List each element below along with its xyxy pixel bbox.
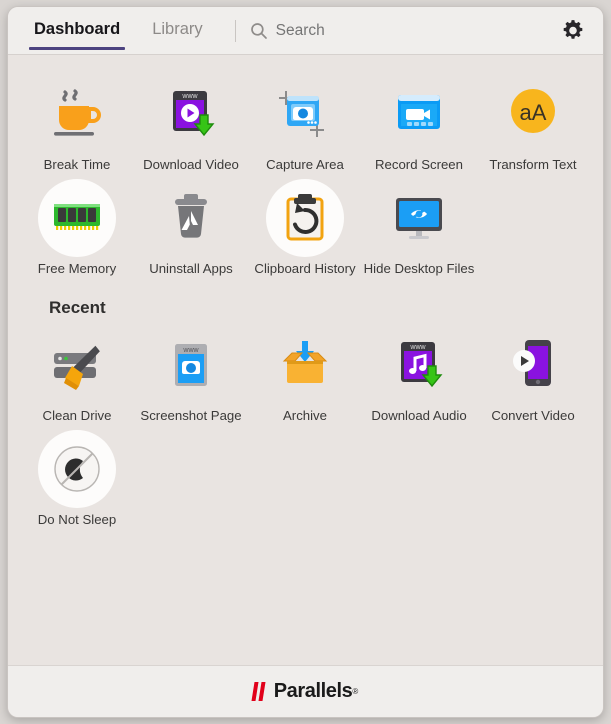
recent-label: Clean Drive bbox=[42, 408, 112, 423]
icon-container bbox=[266, 326, 344, 404]
tool-label: Break Time bbox=[43, 157, 111, 172]
recent-convert-video[interactable]: Convert Video bbox=[476, 320, 590, 424]
tool-clipboard-history[interactable]: Clipboard History bbox=[248, 173, 362, 277]
tool-label: Clipboard History bbox=[254, 260, 356, 276]
content-area: Break Time www Download Video Capture Ar… bbox=[8, 55, 603, 665]
icon-container bbox=[266, 75, 344, 153]
tool-hide-desktop-files[interactable]: Hide Desktop Files bbox=[362, 173, 476, 277]
download-video-icon: www bbox=[173, 91, 215, 137]
hide-desktop-icon bbox=[396, 197, 442, 239]
tool-capture-area[interactable]: Capture Area bbox=[248, 69, 362, 173]
tool-uninstall-apps[interactable]: Uninstall Apps bbox=[134, 173, 248, 277]
tool-label: Record Screen bbox=[375, 157, 463, 172]
tool-label: Capture Area bbox=[266, 157, 344, 172]
download-audio-icon: www bbox=[401, 342, 443, 388]
tool-transform-text[interactable]: aA Transform Text bbox=[476, 69, 590, 173]
capture-area-icon bbox=[279, 91, 324, 137]
recent-label: Archive bbox=[283, 408, 327, 423]
icon-container bbox=[38, 75, 116, 153]
memory-stick-icon bbox=[54, 203, 100, 230]
tab-dashboard[interactable]: Dashboard bbox=[28, 8, 126, 54]
icon-container bbox=[380, 179, 458, 257]
tool-label: Uninstall Apps bbox=[149, 260, 233, 276]
icon-container bbox=[38, 429, 116, 508]
recent-label: Download Audio bbox=[371, 408, 467, 423]
do-not-sleep-icon bbox=[54, 445, 100, 492]
icon-container bbox=[38, 326, 116, 404]
clean-drive-icon bbox=[54, 345, 100, 390]
icon-container bbox=[38, 178, 116, 257]
recent-archive[interactable]: Archive bbox=[248, 320, 362, 424]
recent-label: Convert Video bbox=[491, 408, 575, 423]
svg-text:aA: aA bbox=[520, 100, 547, 125]
recent-grid: Clean Drive www Screenshot Page Archive … bbox=[20, 320, 591, 527]
clipboard-history-icon bbox=[286, 193, 324, 240]
search-field[interactable] bbox=[250, 21, 560, 40]
svg-text:www: www bbox=[409, 344, 426, 351]
recent-clean-drive[interactable]: Clean Drive bbox=[20, 320, 134, 424]
footer-bar: Parallels ® bbox=[8, 665, 603, 717]
header-divider bbox=[234, 19, 236, 42]
icon-container bbox=[494, 326, 572, 404]
tool-free-memory[interactable]: Free Memory bbox=[20, 173, 134, 277]
tool-label: Download Video bbox=[143, 157, 239, 172]
header-bar: Dashboard Library bbox=[8, 7, 603, 55]
recent-download-audio[interactable]: www Download Audio bbox=[362, 320, 476, 424]
tool-break-time[interactable]: Break Time bbox=[20, 69, 134, 173]
icon-container bbox=[152, 179, 230, 257]
uninstall-apps-icon bbox=[175, 193, 207, 238]
screenshot-page-icon: www bbox=[175, 344, 207, 386]
tab-library[interactable]: Library bbox=[150, 8, 204, 54]
svg-text:www: www bbox=[182, 347, 199, 354]
tool-download-video[interactable]: www Download Video bbox=[134, 69, 248, 173]
icon-container: www bbox=[152, 75, 230, 153]
tool-label: Transform Text bbox=[489, 157, 577, 172]
transform-text-icon: aA bbox=[511, 89, 555, 133]
app-window: Dashboard Library Search Break Time www … bbox=[7, 6, 604, 718]
logo-bars-icon bbox=[251, 682, 267, 701]
recent-section-title: Recent bbox=[49, 298, 106, 317]
recent-do-not-sleep[interactable]: Do Not Sleep bbox=[20, 424, 134, 528]
parallels-logo: Parallels ® bbox=[251, 680, 359, 703]
svg-text:www: www bbox=[181, 93, 198, 100]
gear-icon[interactable] bbox=[560, 18, 586, 44]
icon-container bbox=[266, 178, 344, 257]
recent-label: Screenshot Page bbox=[140, 408, 242, 423]
icon-container: aA bbox=[494, 75, 572, 153]
tab-library-label: Library bbox=[152, 19, 203, 38]
record-screen-icon bbox=[398, 95, 440, 129]
tool-label: Hide Desktop Files bbox=[363, 260, 475, 276]
archive-box-icon bbox=[282, 341, 328, 383]
search-input[interactable] bbox=[275, 21, 560, 40]
registered-mark: ® bbox=[352, 687, 359, 696]
convert-video-icon bbox=[513, 340, 551, 386]
recent-screenshot-page[interactable]: www Screenshot Page bbox=[134, 320, 248, 424]
tab-dashboard-label: Dashboard bbox=[34, 19, 121, 38]
search-icon bbox=[250, 22, 267, 39]
tool-record-screen[interactable]: Record Screen bbox=[362, 69, 476, 173]
tools-grid: Break Time www Download Video Capture Ar… bbox=[20, 69, 591, 276]
icon-container bbox=[380, 75, 458, 153]
tool-label: Free Memory bbox=[37, 260, 117, 276]
brand-name: Parallels bbox=[273, 680, 353, 702]
icon-container: www bbox=[152, 326, 230, 404]
coffee-cup-icon bbox=[54, 89, 101, 136]
recent-label: Do Not Sleep bbox=[37, 511, 117, 527]
icon-container: www bbox=[380, 326, 458, 404]
